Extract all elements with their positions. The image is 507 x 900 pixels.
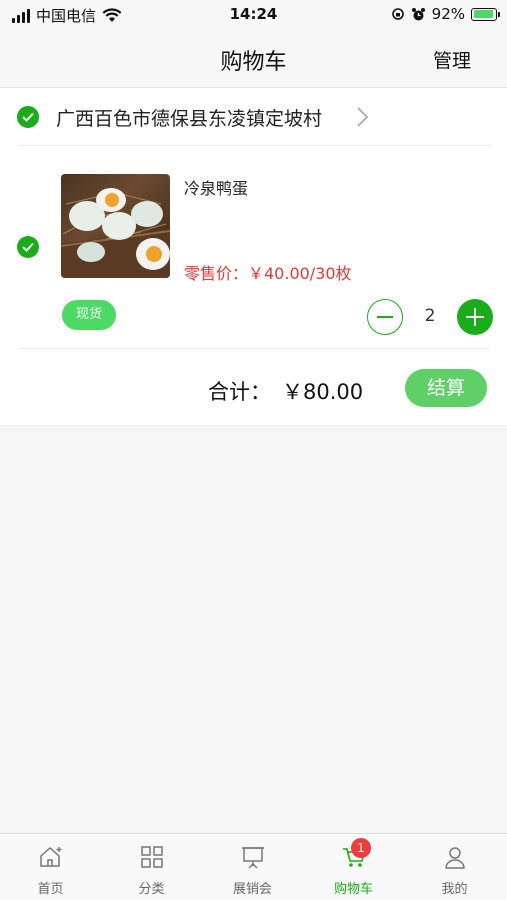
nav-bar: 购物车 管理: [0, 30, 507, 88]
address-text: 广西百色市德保县东凌镇定坡村: [56, 108, 323, 130]
home-icon: [40, 846, 62, 867]
page-title: 购物车: [220, 50, 287, 75]
cart-count-badge: 1: [351, 838, 371, 858]
tab-label: 分类: [138, 882, 165, 897]
divider: [18, 145, 490, 146]
tab-exhibition[interactable]: 展销会: [202, 834, 303, 900]
checkout-button[interactable]: 结算: [405, 369, 487, 407]
user-icon: [445, 847, 465, 869]
tab-bar: 首页 分类 展销会 购物车 我的: [0, 833, 507, 900]
address-checkbox[interactable]: [17, 106, 39, 128]
duck-eggs-illustration: [61, 188, 170, 278]
tab-category[interactable]: 分类: [101, 834, 202, 900]
quantity-decrease-button[interactable]: [367, 299, 403, 335]
quantity-value: 2: [424, 306, 436, 326]
quantity-increase-button[interactable]: [457, 299, 493, 335]
battery-percent: 92%: [431, 5, 465, 23]
tab-label: 首页: [37, 882, 64, 897]
exhibition-icon: [242, 847, 264, 869]
status-bar: 中国电信 14:24 92%: [0, 0, 507, 30]
total-value: ￥80.00: [282, 380, 364, 404]
product-price: 零售价：￥40.00/30枚: [184, 264, 352, 283]
stock-badge: 现货: [62, 300, 116, 330]
manage-button[interactable]: 管理: [433, 46, 471, 73]
tab-profile[interactable]: 我的: [404, 834, 505, 900]
battery-fill: [473, 10, 493, 18]
address-row[interactable]: 广西百色市德保县东凌镇定坡村: [0, 88, 507, 146]
alarm-icon: [411, 7, 425, 20]
tab-label: 我的: [441, 882, 468, 897]
item-checkbox[interactable]: [17, 236, 39, 258]
divider: [18, 348, 490, 349]
status-right: 92%: [391, 5, 500, 23]
tab-home[interactable]: 首页: [0, 834, 101, 900]
grid-icon: [141, 846, 163, 868]
product-image[interactable]: [61, 174, 170, 278]
total-label: 合计：: [208, 380, 271, 404]
orientation-lock-icon: [391, 8, 404, 20]
battery-icon: [471, 7, 500, 21]
product-name[interactable]: 冷泉鸭蛋: [184, 175, 248, 199]
check-icon: [22, 112, 34, 122]
tab-label: 展销会: [232, 882, 272, 897]
check-icon: [22, 242, 34, 252]
cart-card: 广西百色市德保县东凌镇定坡村 冷泉鸭蛋 零售价：￥40.00/30枚 现货 2 …: [0, 88, 507, 425]
chevron-right-icon: [357, 107, 369, 127]
tab-label: 购物车: [333, 882, 373, 897]
